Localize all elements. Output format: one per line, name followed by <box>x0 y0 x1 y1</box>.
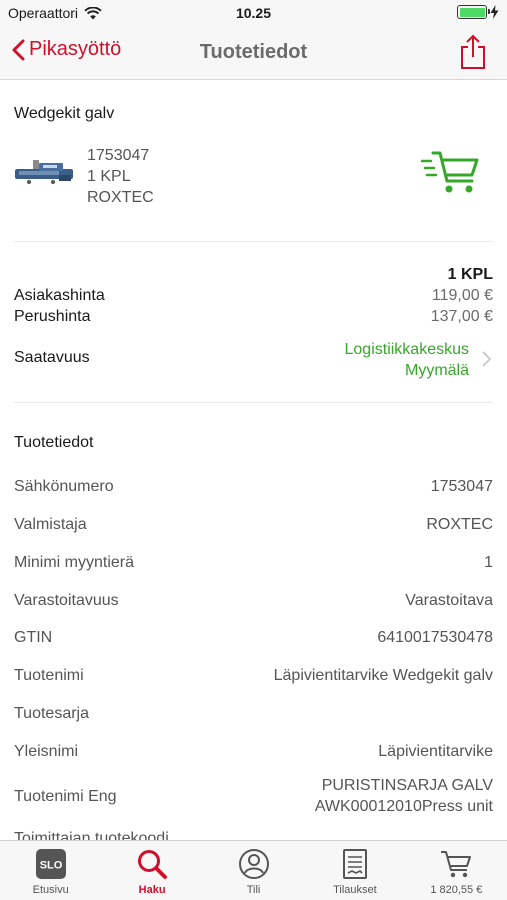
spec-value: Läpivientitarvike Wedgekit galv <box>273 667 493 684</box>
spec-label: Yleisnimi <box>14 743 79 760</box>
navigation-bar: Pikasyöttö Tuotetiedot <box>0 26 507 80</box>
share-button[interactable] <box>459 34 487 75</box>
product-detail-content[interactable]: Wedgekit galv 1753047 1 KPL ROXTEC 1 KPL… <box>0 81 507 840</box>
spec-value: 1753047 <box>430 478 493 495</box>
product-quantity: 1 KPL <box>87 168 131 185</box>
add-to-cart-icon <box>420 151 479 193</box>
cart-icon <box>441 851 472 878</box>
back-label: Pikasyöttö <box>29 38 122 60</box>
customer-price-value: 119,00 € <box>431 287 493 304</box>
back-button[interactable]: Pikasyöttö <box>12 38 121 61</box>
spec-value: PURISTINSARJA GALV <box>321 777 493 794</box>
tab-label: Tilaukset <box>333 884 377 896</box>
spec-label: Tuotenimi <box>14 667 84 684</box>
slo-logo-icon: SLO <box>35 849 66 879</box>
tab-label: 1 820,55 € <box>430 884 483 896</box>
availability-location: Myymälä <box>404 362 469 379</box>
price-unit-label: 1 KPL <box>447 266 493 283</box>
product-brand: ROXTEC <box>87 189 154 206</box>
tab-haku[interactable]: Haku <box>101 841 202 900</box>
tab-tilaukset[interactable]: Tilaukset <box>304 841 405 900</box>
product-number: 1753047 <box>87 147 150 164</box>
spec-label: Varastoitavuus <box>14 592 119 609</box>
tab-bar: SLO Etusivu Haku Tili Tilaukset 1 820,55… <box>0 840 507 900</box>
chevron-right-icon <box>482 351 491 367</box>
charging-bolt-icon <box>490 5 499 19</box>
spec-label: Minimi myyntierä <box>14 554 135 571</box>
divider <box>14 241 493 242</box>
customer-price-row: Asiakashinta 119,00 € <box>14 287 493 308</box>
spec-label: Tuotesarja <box>14 705 89 722</box>
spec-label: Tuotenimi Eng <box>14 788 117 805</box>
tab-label: Etusivu <box>32 884 69 896</box>
clock: 10.25 <box>235 5 272 21</box>
add-to-cart-button[interactable] <box>420 149 479 202</box>
product-image <box>15 160 73 184</box>
details-section-title: Tuotetiedot <box>14 434 94 451</box>
availability-row[interactable]: Saatavuus Logistiikkakeskus Myymälä <box>14 339 493 381</box>
spec-label: Valmistaja <box>14 516 87 533</box>
spec-value: Varastoitava <box>405 592 493 609</box>
customer-price-label: Asiakashinta <box>14 287 105 304</box>
tab-label: Haku <box>138 884 166 896</box>
spec-label: Toimittajan tuotekoodi <box>14 830 169 840</box>
base-price-label: Perushinta <box>14 308 91 325</box>
tab-etusivu[interactable]: SLO Etusivu <box>0 841 101 900</box>
availability-label: Saatavuus <box>14 349 90 366</box>
spec-value: 1 <box>484 554 493 571</box>
base-price-row: Perushinta 137,00 € <box>14 308 493 329</box>
tab-label: Tili <box>246 884 261 896</box>
battery-icon <box>457 5 490 19</box>
availability-locations: Logistiikkakeskus Myymälä <box>345 339 470 381</box>
battery-group <box>457 5 499 19</box>
availability-location: Logistiikkakeskus <box>344 341 470 358</box>
orders-icon <box>342 849 367 879</box>
share-icon <box>461 34 485 69</box>
account-icon <box>238 849 269 879</box>
tab-tili[interactable]: Tili <box>203 841 304 900</box>
spec-label: GTIN <box>14 629 53 646</box>
tab-cart[interactable]: 1 820,55 € <box>406 841 507 900</box>
spec-value-line2: AWK00012010Press unit <box>314 798 493 815</box>
spec-value: ROXTEC <box>426 516 493 533</box>
spec-value: Läpivientitarvike <box>378 743 493 760</box>
chevron-left-icon <box>12 39 25 60</box>
svg-text:SLO: SLO <box>39 860 62 872</box>
spec-value: 6410017530478 <box>377 629 493 646</box>
product-name: Wedgekit galv <box>14 105 115 122</box>
search-icon <box>138 850 168 879</box>
base-price-value: 137,00 € <box>430 308 493 325</box>
divider <box>14 402 493 403</box>
status-bar: Operaattori 10.25 <box>0 0 507 26</box>
product-meta: 1753047 1 KPL ROXTEC <box>87 145 154 208</box>
spec-label: Sähkönumero <box>14 478 114 495</box>
